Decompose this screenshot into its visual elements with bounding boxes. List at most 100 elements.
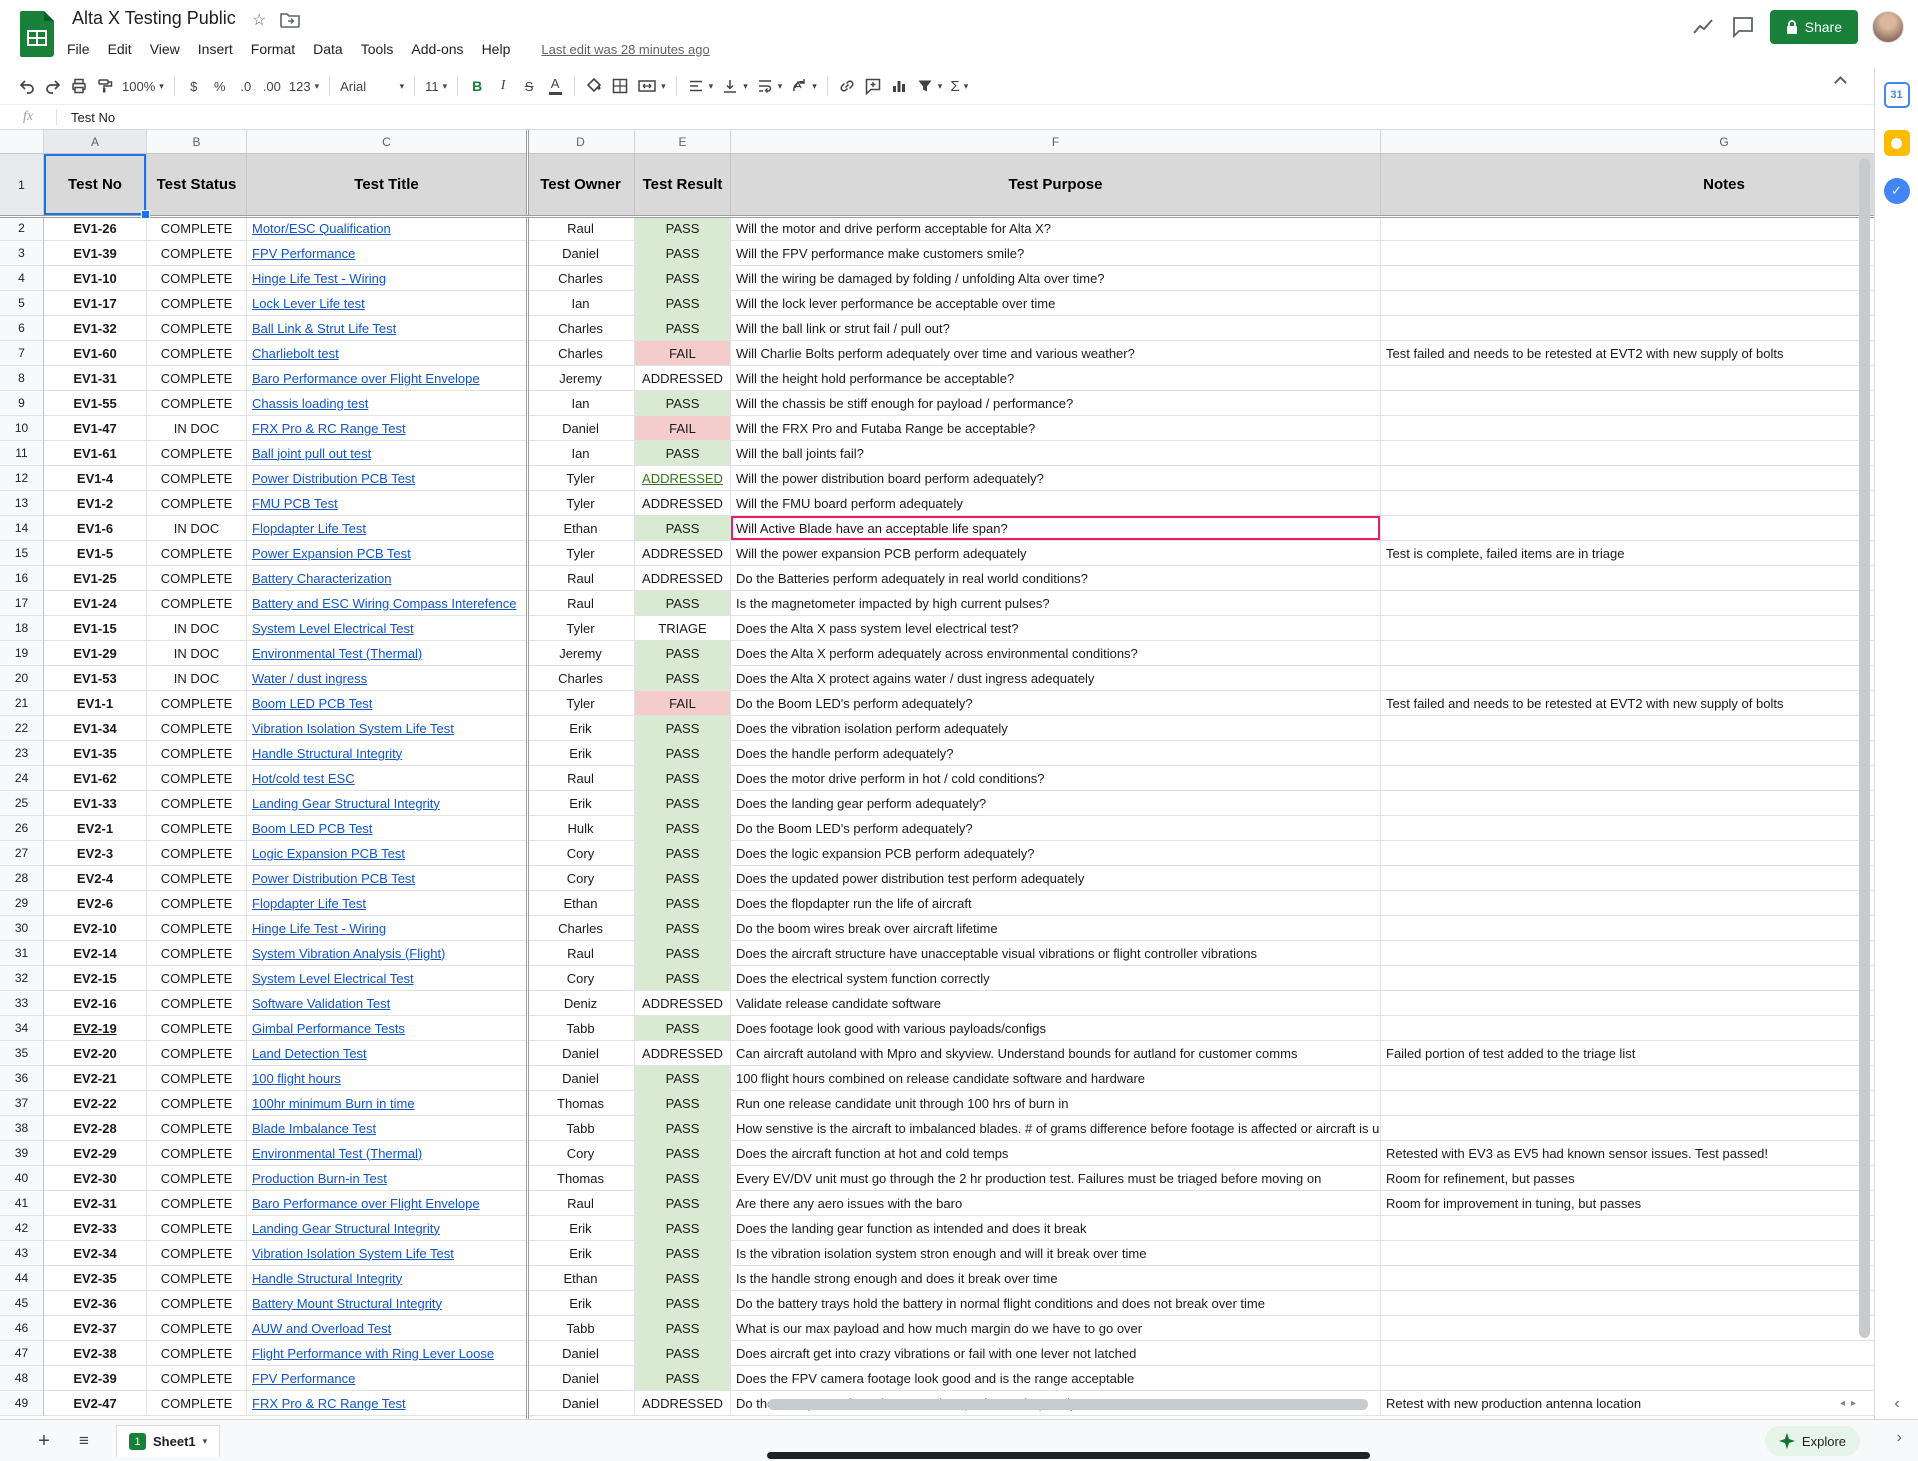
row-number[interactable]: 23 [0, 741, 44, 766]
cell-test-owner[interactable]: Tabb [527, 1016, 635, 1041]
cell-notes[interactable] [1381, 991, 1874, 1016]
cell-test-status[interactable]: COMPLETE [147, 1241, 247, 1266]
cell-test-purpose[interactable]: Will the power expansion PCB perform ade… [731, 541, 1381, 566]
cell-test-owner[interactable]: Charles [527, 266, 635, 291]
row-number[interactable]: 45 [0, 1291, 44, 1316]
menu-insert[interactable]: Insert [189, 38, 242, 60]
cell-notes[interactable]: Failed portion of test added to the tria… [1381, 1041, 1874, 1066]
cell-notes[interactable] [1381, 516, 1874, 541]
cell-test-result[interactable]: ADDRESSED [635, 566, 731, 591]
row-number[interactable]: 40 [0, 1166, 44, 1191]
document-title[interactable]: Alta X Testing Public [72, 8, 236, 29]
cell-test-purpose[interactable]: Does the updated power distribution test… [731, 866, 1381, 891]
cell-test-no[interactable]: EV1-60 [44, 341, 147, 366]
cell-test-status[interactable]: COMPLETE [147, 966, 247, 991]
cell-test-result[interactable]: ADDRESSED [635, 491, 731, 516]
cell-test-title-link[interactable]: 100 flight hours [247, 1066, 527, 1091]
cell-notes[interactable] [1381, 816, 1874, 841]
cell-test-purpose[interactable]: Will the FPV performance make customers … [731, 241, 1381, 266]
cell-test-no[interactable]: EV2-38 [44, 1341, 147, 1366]
row-number[interactable]: 18 [0, 616, 44, 641]
cell-notes[interactable]: Test is complete, failed items are in tr… [1381, 541, 1874, 566]
cell-test-owner[interactable]: Ethan [527, 1266, 635, 1291]
cell-notes[interactable] [1381, 791, 1874, 816]
cell-test-result[interactable]: FAIL [635, 691, 731, 716]
decrease-decimal-button[interactable]: .0 [233, 72, 259, 100]
cell-test-status[interactable]: COMPLETE [147, 1066, 247, 1091]
cell-test-result[interactable]: PASS [635, 666, 731, 691]
text-wrap-button[interactable]: ▾ [752, 72, 787, 100]
cell-test-owner[interactable]: Ian [527, 291, 635, 316]
row-number[interactable]: 46 [0, 1316, 44, 1341]
cell-test-title-link[interactable]: Flight Performance with Ring Lever Loose [247, 1341, 527, 1366]
cell-test-status[interactable]: COMPLETE [147, 466, 247, 491]
cell-test-owner[interactable]: Charles [527, 341, 635, 366]
row-number[interactable]: 10 [0, 416, 44, 441]
cell-test-purpose[interactable]: Will the wiring be damaged by folding / … [731, 266, 1381, 291]
cell-test-result[interactable]: PASS [635, 591, 731, 616]
cell-test-no[interactable]: EV1-55 [44, 391, 147, 416]
cell-test-owner[interactable]: Tabb [527, 1316, 635, 1341]
cell-test-result[interactable]: PASS [635, 316, 731, 341]
vertical-scrollbar[interactable] [1859, 158, 1870, 1338]
cell-test-owner[interactable]: Erik [527, 791, 635, 816]
cell-test-no[interactable]: EV2-3 [44, 841, 147, 866]
last-edit-link[interactable]: Last edit was 28 minutes ago [541, 42, 709, 57]
merge-cells-button[interactable]: ▾ [633, 72, 670, 100]
cell-test-no[interactable]: EV2-1 [44, 816, 147, 841]
cell-test-no[interactable]: EV1-10 [44, 266, 147, 291]
cell-test-result[interactable]: PASS [635, 716, 731, 741]
cell-test-title-link[interactable]: FMU PCB Test [247, 491, 527, 516]
tasks-icon[interactable]: ✓ [1884, 178, 1910, 204]
cell-test-purpose[interactable]: Will the lock lever performance be accep… [731, 291, 1381, 316]
paint-format-button[interactable] [92, 72, 118, 100]
cell-test-result[interactable]: PASS [635, 1016, 731, 1041]
cell-test-no[interactable]: EV1-1 [44, 691, 147, 716]
calendar-icon[interactable]: 31 [1884, 82, 1910, 108]
cell-test-status[interactable]: COMPLETE [147, 1091, 247, 1116]
cell-notes[interactable] [1381, 441, 1874, 466]
sheet-tab-label[interactable]: Sheet1 [153, 1434, 196, 1449]
cell-test-title-link[interactable]: Handle Structural Integrity [247, 741, 527, 766]
cell-test-status[interactable]: COMPLETE [147, 791, 247, 816]
sheet-tab[interactable]: 1 Sheet1 ▾ [116, 1425, 220, 1457]
cell-test-purpose[interactable]: Will the ball link or strut fail / pull … [731, 316, 1381, 341]
header-cell[interactable]: Test No [44, 154, 147, 216]
cell-test-no[interactable]: EV2-47 [44, 1391, 147, 1416]
header-cell[interactable]: Test Purpose [731, 154, 1381, 216]
cell-test-owner[interactable]: Hulk [527, 816, 635, 841]
cell-test-title-link[interactable]: Ball Link & Strut Life Test [247, 316, 527, 341]
row-number[interactable]: 39 [0, 1141, 44, 1166]
cell-notes[interactable] [1381, 1241, 1874, 1266]
cell-test-no[interactable]: EV2-19 [44, 1016, 147, 1041]
cell-test-status[interactable]: COMPLETE [147, 1391, 247, 1416]
cell-test-owner[interactable]: Tyler [527, 466, 635, 491]
row-number[interactable]: 4 [0, 266, 44, 291]
format-percent-button[interactable]: % [207, 72, 233, 100]
cell-test-title-link[interactable]: Baro Performance over Flight Envelope [247, 1191, 527, 1216]
cell-notes[interactable] [1381, 1266, 1874, 1291]
cell-test-title-link[interactable]: Vibration Isolation System Life Test [247, 716, 527, 741]
cell-test-no[interactable]: EV1-26 [44, 216, 147, 241]
cell-notes[interactable] [1381, 1316, 1874, 1341]
insert-chart-button[interactable] [886, 72, 912, 100]
cell-test-owner[interactable]: Raul [527, 216, 635, 241]
cell-test-result[interactable]: PASS [635, 841, 731, 866]
cell-test-no[interactable]: EV1-47 [44, 416, 147, 441]
vertical-align-button[interactable]: ▾ [717, 72, 752, 100]
row-number[interactable]: 11 [0, 441, 44, 466]
cell-test-purpose[interactable]: Run one release candidate unit through 1… [731, 1091, 1381, 1116]
cell-test-purpose[interactable]: Will the FRX Pro and Futaba Range be acc… [731, 416, 1381, 441]
keep-icon[interactable] [1884, 130, 1910, 156]
cell-test-status[interactable]: COMPLETE [147, 691, 247, 716]
cell-notes[interactable] [1381, 891, 1874, 916]
row-number[interactable]: 7 [0, 341, 44, 366]
cell-test-title-link[interactable]: Battery Characterization [247, 566, 527, 591]
cell-notes[interactable] [1381, 1366, 1874, 1391]
cell-test-purpose[interactable]: Does footage look good with various payl… [731, 1016, 1381, 1041]
row-number[interactable]: 3 [0, 241, 44, 266]
cell-test-result[interactable]: ADDRESSED [635, 1041, 731, 1066]
cell-test-title-link[interactable]: System Level Electrical Test [247, 966, 527, 991]
cell-test-purpose[interactable]: Does the Alta X perform adequately acros… [731, 641, 1381, 666]
cell-test-purpose[interactable]: How senstive is the aircraft to imbalanc… [731, 1116, 1381, 1141]
